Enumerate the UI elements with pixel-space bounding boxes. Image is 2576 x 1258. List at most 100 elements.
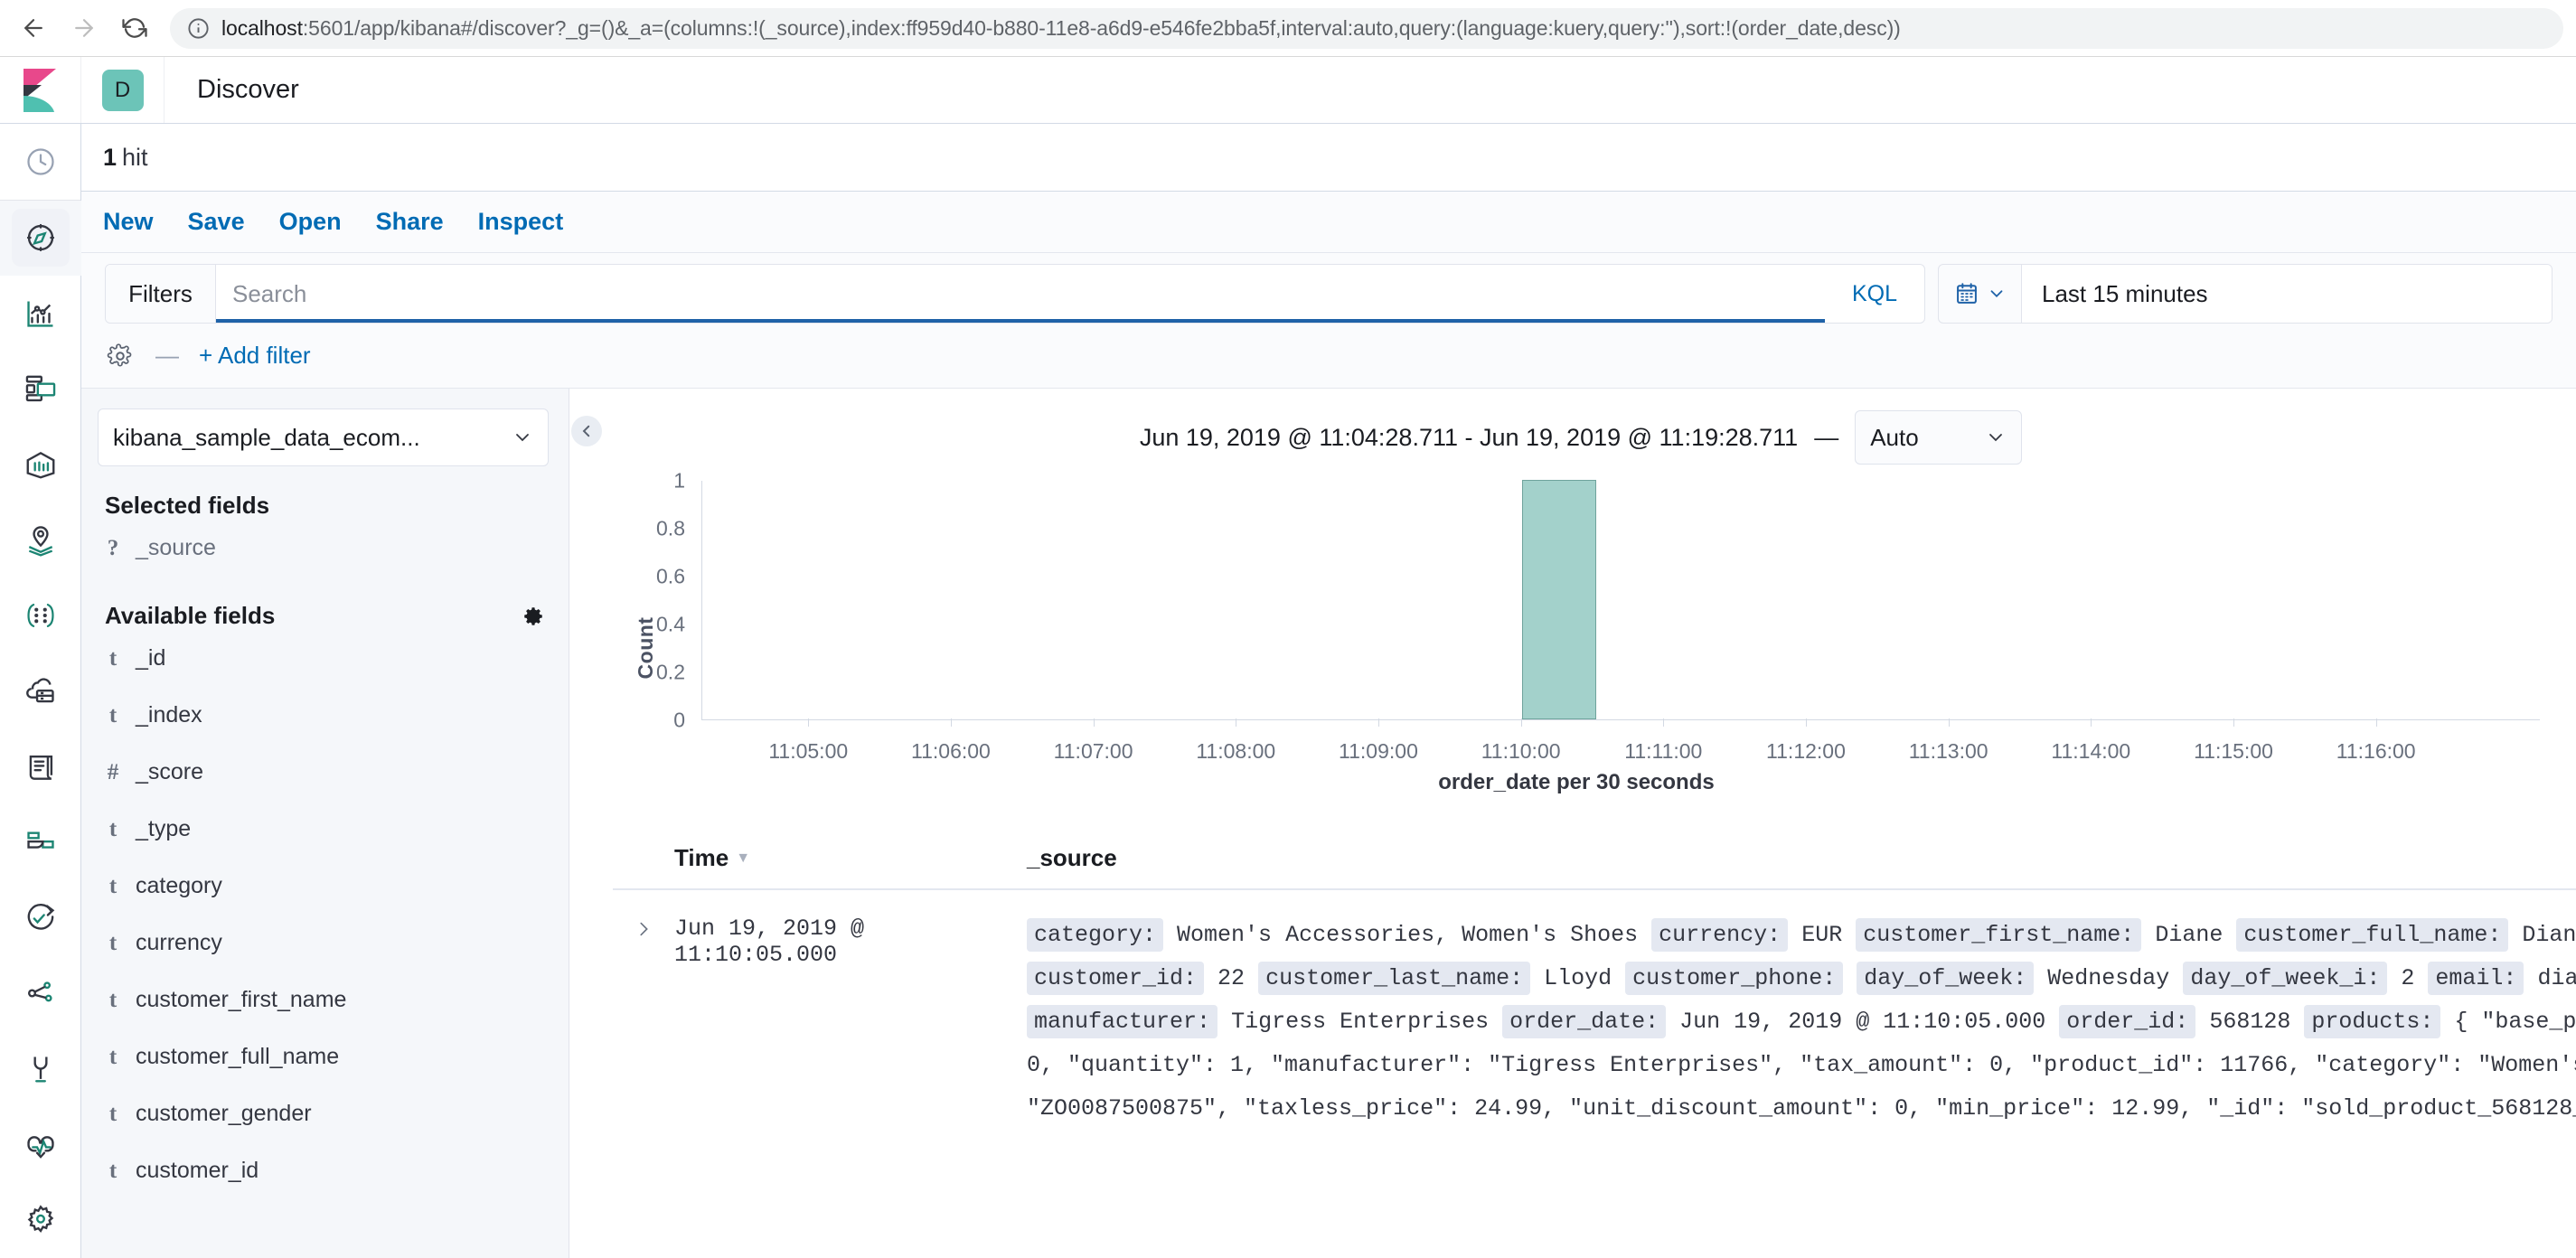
filters-button[interactable]: Filters [106,265,216,323]
share-link[interactable]: Share [376,208,444,236]
browser-reload-button[interactable] [114,7,155,49]
chart-range-dash: — [1814,423,1839,451]
chart-bar[interactable] [1522,480,1597,719]
sidebar-item-discover[interactable] [0,200,81,277]
source-field-key: category: [1027,918,1164,952]
source-field-value: diane@llo [2537,965,2576,991]
gear-icon[interactable] [522,605,545,628]
time-column-header[interactable]: Time ▼ [674,844,1027,872]
source-field-value: Lloyd [1544,965,1612,991]
field-item-customer_gender[interactable]: t customer_gender [98,1085,549,1142]
discover-compass-icon [11,209,70,268]
infrastructure-icon [12,662,70,720]
filter-bar: — + Add filter [81,324,2576,389]
browser-forward-button[interactable] [63,7,105,49]
chart-plot-area [701,480,2540,720]
sidebar-item-dashboard[interactable] [0,352,81,427]
field-item-_type[interactable]: t _type [98,801,549,858]
source-field-key: customer_id: [1027,962,1205,995]
calendar-icon [1954,281,1979,306]
add-filter-button[interactable]: + Add filter [199,342,311,370]
chevron-down-icon [512,427,533,448]
filter-separator: — [155,342,179,369]
sidebar-item-machine-learning[interactable] [0,578,81,654]
info-circle-icon[interactable] [186,16,211,41]
maps-icon [12,512,70,569]
chart-x-tickmark [1377,718,1379,727]
chart-x-axis: 11:05:00 11:06:00 11:07:00 11:08:00 11:09:00… [701,718,2540,763]
chart-x-tickmark [808,718,810,727]
open-link[interactable]: Open [279,208,342,236]
index-pattern-value: kibana_sample_data_ecom... [113,423,420,451]
field-item-_index[interactable]: t _index [98,687,549,744]
sidebar-item-maps[interactable] [0,502,81,578]
search-field-wrap [216,265,1825,323]
source-field-value: Tigress Enterprises [1231,1009,1490,1035]
search-input[interactable] [216,265,1825,323]
field-type-icon: t [108,816,118,841]
kibana-header: D Discover [0,57,2576,124]
chart-y-tick: 0.2 [656,660,685,684]
date-quick-select-button[interactable] [1939,265,2022,323]
chart-x-tick: 11:12:00 [1766,739,1846,763]
discover-action-bar: New Save Open Share Inspect [81,192,2576,253]
selected-fields-title: Selected fields [105,492,270,519]
sidebar-item-infrastructure[interactable] [0,653,81,729]
field-name: customer_first_name [136,987,347,1012]
primary-nav-rail [0,124,81,1258]
inspect-link[interactable]: Inspect [478,208,564,236]
histogram-chart: Count 0 0.2 0.4 0.6 0.8 1 11:05:00 11:06:00 11:… [613,469,2540,815]
field-name: _source [136,535,216,560]
field-item-category[interactable]: t category [98,858,549,915]
field-item-_source[interactable]: ? _source [98,520,549,577]
sidebar-item-recently-viewed[interactable] [0,124,81,200]
expand-row-button[interactable] [613,914,674,1131]
new-link[interactable]: New [103,208,154,236]
date-range-display[interactable]: Last 15 minutes [2022,265,2552,323]
field-item-customer_id[interactable]: t customer_id [98,1142,549,1199]
url-path: :5601/app/kibana#/discover?_g=()&_a=(col… [302,15,1901,40]
expand-column-header [613,844,674,872]
source-field-value: 2 [2401,965,2415,991]
sidebar-item-siem[interactable] [0,956,81,1032]
sidebar-item-apm[interactable] [0,804,81,880]
index-pattern-select[interactable]: kibana_sample_data_ecom... [98,408,549,466]
monitoring-icon [12,1116,70,1174]
sidebar-item-monitoring[interactable] [0,1107,81,1183]
sidebar-item-dev-tools[interactable] [0,1031,81,1107]
field-item-_score[interactable]: # _score [98,744,549,801]
sidebar-item-canvas[interactable] [0,427,81,502]
kql-language-button[interactable]: KQL [1825,265,1924,323]
query-bar: Filters KQL [81,253,2576,324]
sidebar-item-logs[interactable] [0,729,81,805]
interval-value: Auto [1870,423,1919,451]
field-item-customer_full_name[interactable]: t customer_full_name [98,1028,549,1085]
source-line: 0, "quantity": 1, "manufacturer": "Tigre… [1027,1044,2576,1087]
source-field-key: products: [2304,1005,2441,1038]
source-field-value: EUR [1801,922,1843,948]
kibana-logo[interactable] [0,57,81,123]
gear-icon[interactable] [105,341,136,371]
dashboard-icon [12,361,70,418]
field-item-_id[interactable]: t _id [98,630,549,687]
source-field-key: customer_first_name: [1856,918,2142,952]
field-name: customer_id [136,1158,259,1183]
interval-select[interactable]: Auto [1855,410,2023,465]
chevron-left-circle-icon[interactable] [571,416,602,446]
source-field-value: Wednesday [2047,965,2170,991]
sidebar-item-visualize[interactable] [0,276,81,352]
sidebar-item-management[interactable] [0,1183,81,1258]
field-item-currency[interactable]: t currency [98,915,549,972]
source-field-key: day_of_week_i: [2183,962,2388,995]
field-item-customer_first_name[interactable]: t customer_first_name [98,972,549,1028]
chart-x-tick: 11:10:00 [1481,739,1561,763]
sort-desc-caret[interactable]: ▼ [736,850,750,867]
browser-back-button[interactable] [13,7,54,49]
logs-icon [12,738,70,796]
save-link[interactable]: Save [188,208,245,236]
sidebar-item-uptime[interactable] [0,880,81,956]
chart-y-tick: 0 [673,708,685,732]
source-line: "ZO0087500875", "taxless_price": 24.99, … [1027,1087,2576,1131]
management-gear-icon [12,1191,70,1249]
browser-address-bar[interactable]: localhost:5601/app/kibana#/discover?_g=(… [170,7,2563,49]
